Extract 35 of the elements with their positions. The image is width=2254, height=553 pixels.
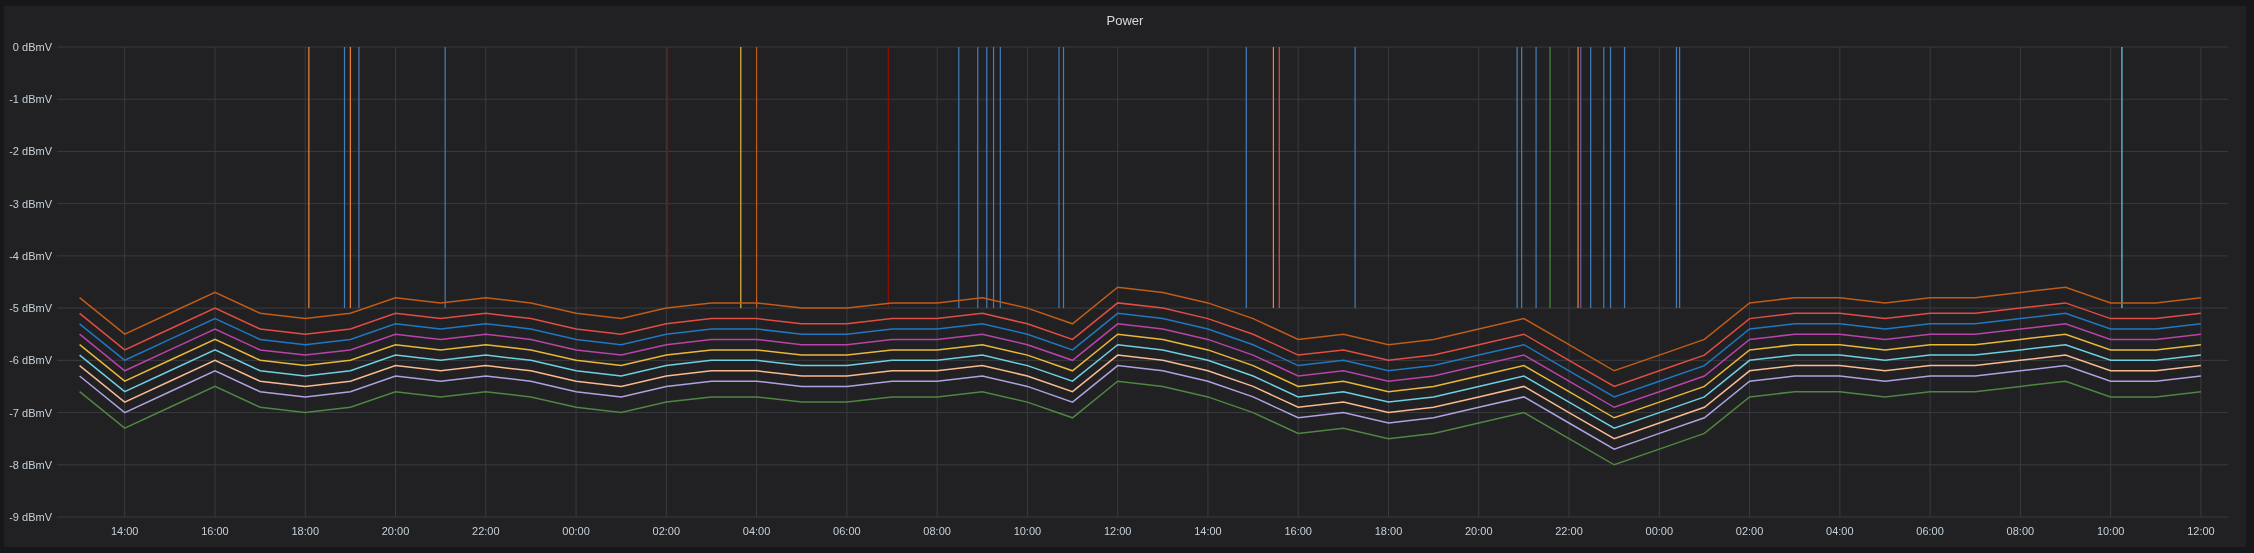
x-axis-label: 06:00 — [1916, 525, 1944, 537]
y-axis-label: -3 dBmV — [9, 197, 52, 210]
x-axis-label: 12:00 — [1103, 525, 1132, 537]
x-axis-label: 18:00 — [1374, 525, 1403, 537]
x-axis-label: 16:00 — [201, 525, 229, 537]
y-axis-label: -8 dBmV — [9, 458, 52, 471]
x-axis-label: 22:00 — [1555, 525, 1583, 537]
x-axis-label: 00:00 — [562, 525, 590, 537]
x-axis-label: 16:00 — [1284, 525, 1312, 537]
y-axis-label: 0 dBmV — [12, 41, 52, 53]
x-axis-label: 02:00 — [652, 525, 681, 537]
x-axis-label: 14:00 — [110, 525, 139, 537]
y-axis-label: -7 dBmV — [9, 406, 52, 419]
y-axis-label: -2 dBmV — [9, 145, 52, 158]
y-axis-label: -1 dBmV — [9, 93, 52, 106]
x-axis-label: 08:00 — [2006, 525, 2035, 537]
x-axis-label: 18:00 — [291, 525, 319, 537]
x-axis-label: 00:00 — [1645, 525, 1674, 537]
x-axis-label: 20:00 — [1465, 525, 1493, 537]
x-axis-label: 22:00 — [472, 525, 500, 537]
x-axis-label: 04:00 — [1826, 525, 1854, 537]
y-axis-label: -6 dBmV — [9, 354, 52, 367]
x-axis-label: 10:00 — [2096, 525, 2125, 537]
x-axis-label: 12:00 — [2187, 525, 2215, 537]
y-axis-label: -5 dBmV — [9, 302, 52, 315]
x-axis-label: 06:00 — [833, 525, 861, 537]
y-axis-label: -4 dBmV — [9, 249, 52, 262]
x-axis-label: 08:00 — [923, 525, 951, 537]
y-axis-label: -9 dBmV — [9, 511, 52, 523]
x-axis-label: 10:00 — [1013, 525, 1042, 537]
x-axis-label: 02:00 — [1735, 525, 1764, 537]
x-axis-label: 14:00 — [1194, 525, 1222, 537]
x-axis-label: 04:00 — [742, 525, 771, 537]
x-axis-label: 20:00 — [381, 525, 410, 537]
chart-title: Power — [1106, 12, 1144, 28]
